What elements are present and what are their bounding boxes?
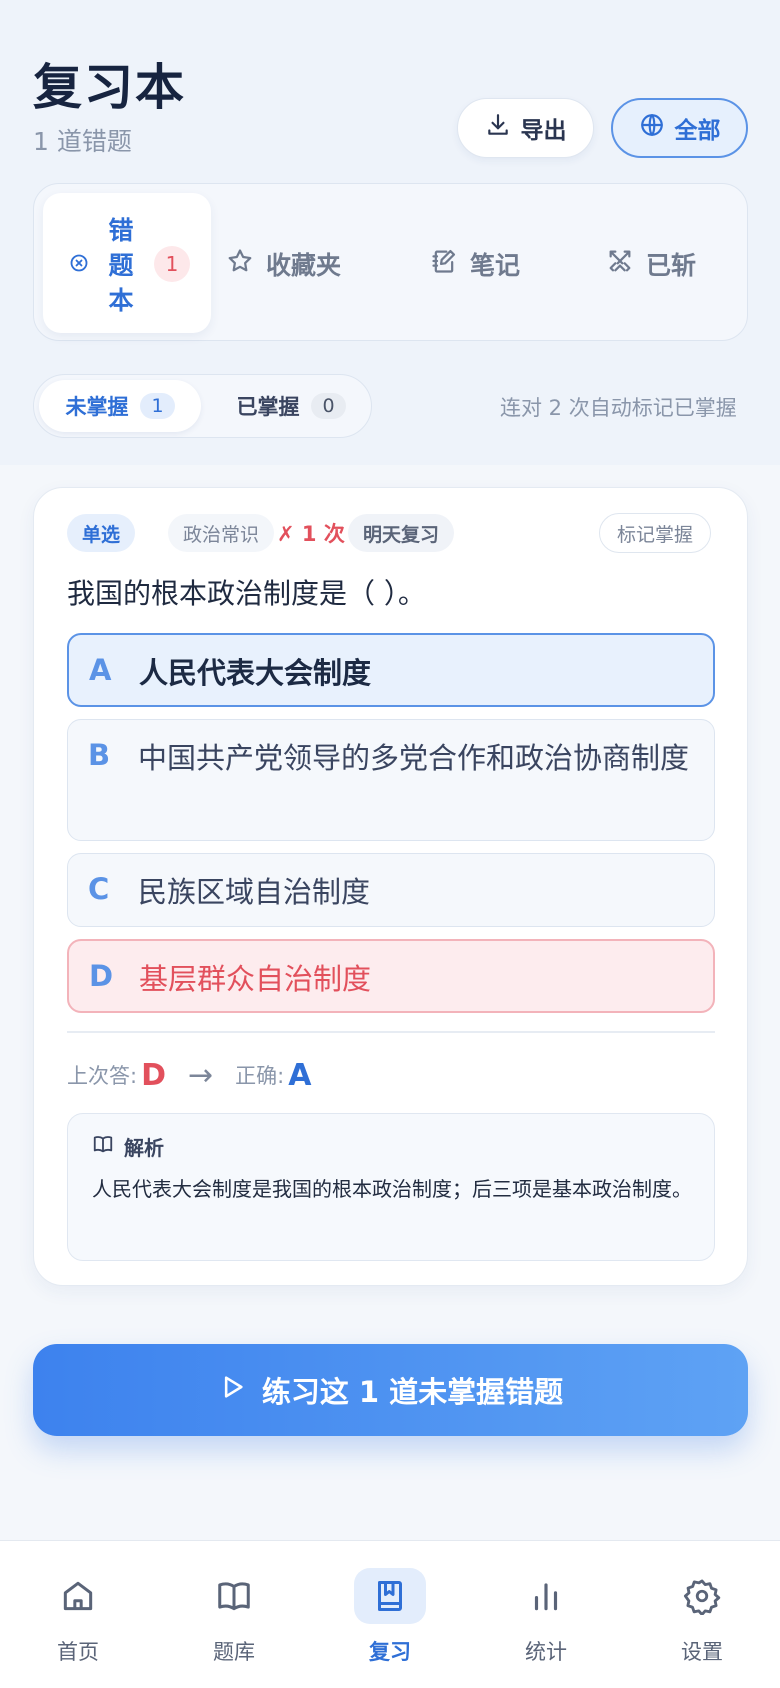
arrow-right-icon: → (187, 1057, 214, 1093)
question-card: 单选 政治常识 ✗ 1 次 明天复习 标记掌握 我国的根本政治制度是（ ）。 A… (33, 487, 748, 1286)
practice-button-label: 练习这 1 道未掌握错题 (261, 1375, 564, 1409)
bottom-nav: 首页 题库 复习 统计 设置 (0, 1540, 780, 1688)
tab-mistakes[interactable]: 错 题 本 1 (43, 193, 211, 333)
tab-favorites-label: 收藏夹 (266, 251, 342, 280)
option-letter: B (88, 738, 111, 772)
tab-notes[interactable]: 笔记 (430, 234, 520, 294)
scope-all-button[interactable]: 全部 (611, 98, 748, 158)
nav-settings[interactable]: 设置 (624, 1568, 780, 1678)
last-answer-value: D (141, 1057, 166, 1093)
subject-tag: 政治常识 (168, 514, 275, 552)
export-label: 导出 (520, 118, 567, 144)
question-type-tag: 单选 (67, 514, 136, 552)
book-icon (92, 1133, 114, 1160)
filter-mastered-count: 0 (311, 393, 346, 419)
review-tabs: 错 题 本 1 收藏夹 笔记 已斩 (33, 183, 748, 341)
last-answer-label: 上次答: (67, 1064, 138, 1088)
tab-mistakes-label: 错 题 本 (105, 213, 137, 318)
practice-unmastered-button[interactable]: 练习这 1 道未掌握错题 (33, 1344, 748, 1436)
nav-stats-label: 统计 (525, 1640, 567, 1664)
star-icon (226, 247, 254, 281)
option-text: 中国共产党领导的多党合作和政治协商制度 (138, 741, 690, 775)
x-circle-icon (69, 253, 89, 277)
tab-mistakes-char-3: 本 (108, 286, 134, 315)
option-text: 基层群众自治制度 (139, 962, 372, 996)
nav-question-bank-label: 题库 (213, 1640, 255, 1664)
option-c[interactable]: C 民族区域自治制度 (67, 853, 715, 927)
nav-review-label: 复习 (369, 1640, 411, 1664)
bar-chart-icon (510, 1568, 582, 1624)
tab-slain[interactable]: 已斩 (606, 234, 696, 294)
nav-review[interactable]: 复习 (312, 1568, 468, 1678)
crossed-swords-icon (606, 247, 634, 281)
option-a[interactable]: A 人民代表大会制度 (67, 633, 715, 707)
tab-slain-label: 已斩 (646, 251, 697, 280)
explanation-text: 人民代表大会制度是我国的根本政治制度；后三项是基本政治制度。 (92, 1177, 692, 1201)
page-title: 复习本 (33, 59, 187, 116)
option-letter: D (89, 959, 114, 993)
tab-mistakes-char-2: 题 (108, 251, 134, 280)
question-stem: 我国的根本政治制度是（ ）。 (67, 577, 426, 610)
filter-unmastered-count: 1 (140, 393, 175, 419)
tab-mistakes-count: 1 (154, 246, 190, 282)
answer-comparison: 上次答: D → 正确: A (67, 1055, 311, 1095)
option-text: 人民代表大会制度 (139, 656, 372, 690)
auto-mastery-hint: 连对 2 次自动标记已掌握 (500, 396, 737, 420)
option-text: 民族区域自治制度 (138, 875, 371, 909)
page-subtitle: 1 道错题 (33, 127, 132, 156)
explanation-header: 解析 (92, 1132, 164, 1161)
option-b[interactable]: B 中国共产党领导的多党合作和政治协商制度 (67, 719, 715, 841)
nav-stats[interactable]: 统计 (468, 1568, 624, 1678)
divider (67, 1031, 715, 1033)
bookmark-book-icon (354, 1568, 426, 1624)
download-icon (485, 112, 511, 144)
play-icon (218, 1373, 246, 1408)
review-schedule-tag: 明天复习 (348, 514, 455, 552)
tab-mistakes-char-1: 错 (108, 216, 134, 245)
nav-home[interactable]: 首页 (0, 1568, 156, 1678)
nav-settings-label: 设置 (681, 1640, 723, 1664)
export-button[interactable]: 导出 (457, 98, 594, 158)
correct-answer-label: 正确: (235, 1064, 285, 1088)
filter-unmastered-label: 未掌握 (65, 395, 129, 419)
home-icon (42, 1568, 114, 1624)
gear-icon (666, 1568, 738, 1624)
explanation-box: 解析 人民代表大会制度是我国的根本政治制度；后三项是基本政治制度。 (67, 1113, 715, 1261)
open-book-icon (198, 1568, 270, 1624)
mastery-filter: 未掌握 1 已掌握 0 (33, 374, 372, 438)
note-edit-icon (430, 247, 458, 281)
scope-label: 全部 (674, 118, 721, 144)
wrong-count-tag: ✗ 1 次 (277, 522, 345, 546)
nav-home-label: 首页 (57, 1640, 99, 1664)
correct-answer-value: A (288, 1057, 312, 1093)
globe-icon (639, 112, 665, 144)
explanation-title: 解析 (124, 1136, 164, 1160)
mark-mastered-button[interactable]: 标记掌握 (599, 513, 712, 553)
nav-question-bank[interactable]: 题库 (156, 1568, 312, 1678)
filter-mastered[interactable]: 已掌握 0 (216, 380, 366, 432)
option-letter: A (89, 653, 112, 687)
option-letter: C (88, 872, 110, 906)
filter-mastered-label: 已掌握 (236, 395, 300, 419)
tab-favorites[interactable]: 收藏夹 (226, 234, 341, 294)
tab-notes-label: 笔记 (470, 251, 521, 280)
option-d[interactable]: D 基层群众自治制度 (67, 939, 715, 1013)
filter-unmastered[interactable]: 未掌握 1 (39, 380, 201, 432)
